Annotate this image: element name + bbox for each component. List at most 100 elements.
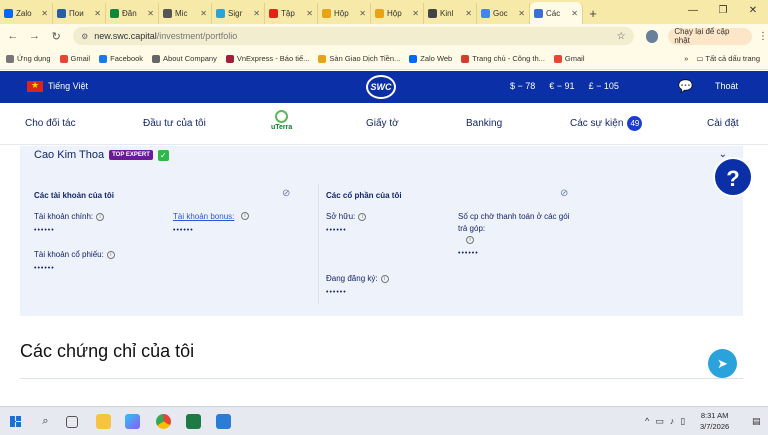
logout-button[interactable]: Thoát	[715, 81, 738, 91]
battery-icon[interactable]: ▯	[680, 416, 685, 427]
bookmark-item[interactable]: Gmail	[553, 54, 585, 63]
bookmark-item[interactable]: Facebook	[99, 54, 143, 63]
nav-uterra[interactable]: uTerra	[271, 110, 292, 131]
bookmark-item[interactable]: Trang chủ - Công th...	[461, 54, 545, 63]
forward-arrow-icon[interactable]: →	[26, 30, 44, 42]
vietnam-flag-icon[interactable]	[27, 80, 43, 92]
nav-banking[interactable]: Banking	[466, 118, 502, 129]
bookmark-item[interactable]: Ứng dụng	[6, 54, 51, 63]
excel-icon[interactable]	[186, 414, 201, 429]
info-icon[interactable]: i	[380, 275, 389, 283]
bookmark-favicon-icon	[553, 54, 562, 63]
bookmarks-more-icon[interactable]: »	[684, 54, 688, 63]
tab-favicon-icon	[57, 9, 66, 18]
browser-tab[interactable]: Hộp ✕	[371, 3, 424, 24]
tab-close-icon[interactable]: ✕	[200, 9, 207, 18]
bookmark-item[interactable]: About Company	[152, 54, 217, 63]
tab-favicon-icon	[110, 9, 119, 18]
bookmark-item[interactable]: Zalo Web	[409, 54, 452, 63]
tab-close-icon[interactable]: ✕	[465, 9, 472, 18]
info-icon[interactable]: i	[241, 212, 249, 220]
info-icon[interactable]: i	[96, 213, 105, 221]
tab-favicon-icon	[481, 9, 490, 18]
browser-menu-icon[interactable]: ⋮	[758, 31, 768, 42]
telegram-icon[interactable]: ➤	[708, 349, 737, 378]
bookmark-star-icon[interactable]: ☆	[617, 31, 626, 42]
taskbar: ⌕ ^ ▭ ♪ ▯ 8:31 AM 3/7/2026 ▤	[0, 406, 768, 435]
tab-close-icon[interactable]: ✕	[571, 9, 578, 18]
maximize-icon[interactable]: ❐	[708, 0, 738, 24]
url-path: /investment/portfolio	[156, 31, 238, 41]
site-info-icon[interactable]: ⚙	[81, 32, 88, 41]
nav-my-investments[interactable]: Đầu tư của tôi	[143, 118, 206, 129]
network-icon[interactable]: ▭	[655, 416, 664, 427]
hide-eye-icon[interactable]: ⊘	[282, 188, 290, 199]
chrome-icon[interactable]	[156, 414, 171, 429]
profile-avatar[interactable]	[645, 29, 659, 43]
update-button[interactable]: Chạy lại để cập nhật	[668, 27, 752, 45]
info-icon[interactable]: i	[358, 213, 367, 221]
chat-icon[interactable]: 💬	[678, 79, 693, 93]
swc-logo[interactable]: SWC	[366, 75, 396, 99]
url-input[interactable]: ⚙ new.swc.capital/investment/portfolio ☆	[73, 27, 634, 45]
minimize-icon[interactable]: —	[678, 0, 708, 24]
all-bookmarks-label: Tất cả dấu trang	[705, 54, 760, 63]
search-icon[interactable]: ⌕	[38, 414, 53, 429]
stock-account-label: Tài khoản cổ phiếu: i	[34, 250, 115, 259]
paint-icon[interactable]	[125, 414, 140, 429]
browser-tab[interactable]: Kinl ✕	[424, 3, 477, 24]
clock[interactable]: 8:31 AM 3/7/2026	[700, 410, 729, 432]
volume-icon[interactable]: ♪	[670, 416, 675, 427]
tab-close-icon[interactable]: ✕	[147, 9, 154, 18]
url-host: new.swc.capital	[94, 31, 157, 41]
back-arrow-icon[interactable]: ←	[4, 30, 22, 42]
bonus-account-label[interactable]: Tài khoản bonus:	[173, 212, 234, 221]
bookmark-item[interactable]: VnExpress - Báo tiế...	[225, 54, 309, 63]
browser-tab[interactable]: Các ✕	[530, 2, 583, 24]
chevron-up-icon[interactable]: ^	[645, 416, 649, 427]
browser-tab[interactable]: Goc ✕	[477, 3, 530, 24]
all-bookmarks-button[interactable]: ▭ Tất cả dấu trang	[696, 54, 760, 63]
bookmark-favicon-icon	[6, 54, 14, 63]
browser-tab[interactable]: Mic ✕	[159, 3, 212, 24]
info-icon[interactable]: i	[106, 251, 115, 259]
tab-favicon-icon	[428, 9, 437, 18]
notification-icon[interactable]: ▤	[752, 416, 761, 427]
browser-tab[interactable]: Пои ✕	[53, 3, 106, 24]
tab-close-icon[interactable]: ✕	[94, 9, 101, 18]
portfolio-panel: Cao Kim Thoa TOP EXPERT ✓ ⌄ Các tài khoả…	[20, 146, 743, 316]
tab-close-icon[interactable]: ✕	[518, 9, 525, 18]
browser-tab[interactable]: Tập ✕	[265, 3, 318, 24]
tab-label: Đăn	[122, 9, 137, 18]
hide-eye-icon[interactable]: ⊘	[560, 188, 568, 199]
nav-partners[interactable]: Cho đối tác	[25, 118, 76, 129]
bookmark-favicon-icon	[152, 54, 161, 63]
tab-close-icon[interactable]: ✕	[253, 9, 260, 18]
file-explorer-icon[interactable]	[96, 414, 111, 429]
clock-date: 3/7/2026	[700, 422, 730, 431]
browser-tab[interactable]: Đăn ✕	[106, 3, 159, 24]
nav-documents[interactable]: Giấy tờ	[366, 118, 399, 129]
photos-icon[interactable]	[216, 414, 231, 429]
new-tab-button[interactable]: +	[583, 3, 603, 24]
tab-close-icon[interactable]: ✕	[412, 9, 419, 18]
help-button[interactable]: ?	[713, 157, 753, 197]
site-header: Tiếng Việt SWC $ − 78 € − 91 £ − 105 💬 T…	[0, 71, 768, 103]
language-selector[interactable]: Tiếng Việt	[48, 81, 88, 91]
info-icon[interactable]: i	[466, 236, 474, 244]
browser-tab[interactable]: Zalo ✕	[0, 3, 53, 24]
bookmark-item[interactable]: Gmail	[59, 54, 90, 63]
windows-start-icon[interactable]	[10, 416, 21, 427]
tab-close-icon[interactable]: ✕	[359, 9, 366, 18]
tab-close-icon[interactable]: ✕	[41, 9, 48, 18]
bookmark-label: Gmail	[564, 54, 585, 63]
nav-events[interactable]: Các sự kiện 49	[570, 116, 643, 131]
task-view-icon[interactable]	[66, 416, 78, 428]
tab-close-icon[interactable]: ✕	[306, 9, 313, 18]
reload-icon[interactable]: ↻	[47, 30, 65, 43]
browser-tab[interactable]: Hộp ✕	[318, 3, 371, 24]
browser-tab[interactable]: Sigr ✕	[212, 3, 265, 24]
close-icon[interactable]: ✕	[738, 0, 768, 24]
bookmark-item[interactable]: Sàn Giao Dịch Tiền...	[318, 54, 400, 63]
nav-settings[interactable]: Cài đặt	[707, 118, 739, 129]
